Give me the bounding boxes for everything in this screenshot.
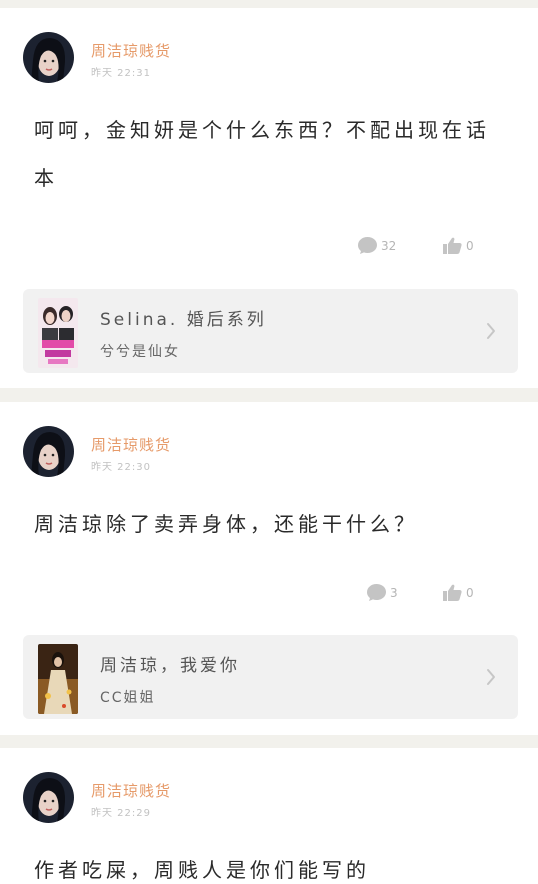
avatar[interactable] (23, 426, 74, 477)
comment-text: 呵呵，金知妍是个什么东西？不配出现在话本 (34, 118, 490, 190)
book-link-card[interactable]: Selina. 婚后系列 兮兮是仙女 (23, 289, 518, 373)
chevron-right-icon (487, 323, 495, 339)
reply-button[interactable]: 3 (366, 583, 398, 602)
comment-card: 周洁琼贱货 昨天 22:30 周洁琼除了卖弄身体，还能干什么？ 3 0 周洁琼，… (0, 402, 538, 735)
thumbs-up-icon (443, 237, 462, 254)
like-button[interactable]: 0 (442, 236, 474, 255)
avatar[interactable] (23, 32, 74, 83)
comment-bubble-icon (367, 584, 386, 601)
comment-card: 周洁琼贱货 昨天 22:31 呵呵，金知妍是个什么东西？不配出现在话本 32 0 (0, 8, 538, 388)
comment-bubble-icon (358, 237, 377, 254)
comment-text: 周洁琼除了卖弄身体，还能干什么？ (34, 512, 418, 536)
book-link-card[interactable]: 周洁琼，我爱你 CC姐姐 (23, 635, 518, 719)
reply-count: 32 (381, 238, 397, 253)
book-cover (38, 644, 78, 714)
avatar[interactable] (23, 772, 74, 823)
username[interactable]: 周洁琼贱货 (91, 434, 171, 455)
reply-count: 3 (390, 585, 398, 600)
book-title: Selina. 婚后系列 (100, 310, 267, 330)
book-cover (38, 298, 78, 368)
book-title: 周洁琼，我爱你 (100, 656, 240, 676)
username[interactable]: 周洁琼贱货 (91, 780, 171, 801)
reply-button[interactable]: 32 (357, 236, 396, 255)
timestamp: 昨天 22:30 (91, 462, 151, 473)
like-count: 0 (466, 585, 474, 600)
like-button[interactable]: 0 (442, 583, 474, 602)
book-author: CC姐姐 (100, 690, 156, 706)
timestamp: 昨天 22:31 (91, 68, 151, 79)
comment-card: 周洁琼贱货 昨天 22:29 作者吃屎，周贱人是你们能写的 (0, 748, 538, 884)
comment-text: 作者吃屎，周贱人是你们能写的 (34, 858, 370, 882)
like-count: 0 (466, 238, 474, 253)
username[interactable]: 周洁琼贱货 (91, 40, 171, 61)
thumbs-up-icon (443, 584, 462, 601)
chevron-right-icon (487, 669, 495, 685)
book-author: 兮兮是仙女 (100, 344, 180, 360)
timestamp: 昨天 22:29 (91, 808, 151, 819)
